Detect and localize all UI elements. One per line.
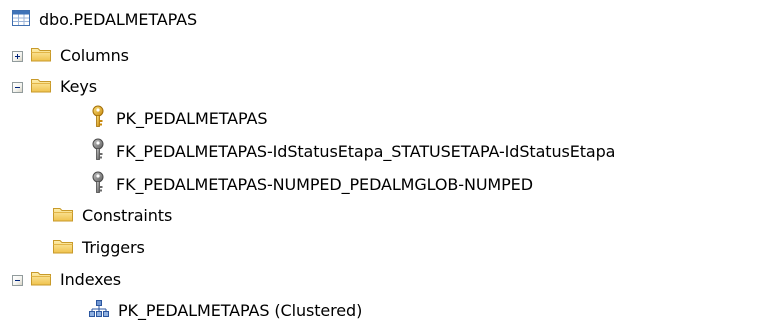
tree-node-label: Columns: [60, 46, 129, 65]
tree-node-label: Constraints: [82, 206, 173, 225]
primary-key-icon: [88, 105, 108, 133]
tree-node-label: Indexes: [60, 270, 122, 289]
folder-icon: [30, 76, 52, 98]
tree-node-foreign-key[interactable]: FK_PEDALMETAPAS-IdStatusEtapa_STATUSETAP…: [88, 138, 617, 166]
tree-node-keys[interactable]: Keys: [30, 75, 99, 99]
tree-node-triggers[interactable]: Triggers: [52, 236, 147, 260]
tree-node-label: Keys: [60, 77, 97, 96]
object-explorer-tree: dbo.PEDALMETAPAS Columns Keys PK_PEDALME…: [0, 0, 779, 324]
table-icon: [11, 9, 31, 31]
tree-node-label: Triggers: [82, 238, 145, 257]
tree-node-primary-key[interactable]: PK_PEDALMETAPAS: [88, 105, 269, 133]
tree-node-label: FK_PEDALMETAPAS-NUMPED_PEDALMGLOB-NUMPED: [116, 175, 533, 194]
tree-node-foreign-key[interactable]: FK_PEDALMETAPAS-NUMPED_PEDALMGLOB-NUMPED: [88, 171, 535, 199]
tree-node-table[interactable]: dbo.PEDALMETAPAS: [11, 8, 199, 32]
tree-node-label: FK_PEDALMETAPAS-IdStatusEtapa_STATUSETAP…: [116, 142, 616, 161]
folder-icon: [52, 237, 74, 259]
folder-icon: [30, 269, 52, 291]
clustered-index-icon: [88, 298, 110, 324]
foreign-key-icon: [88, 171, 108, 199]
tree-node-constraints[interactable]: Constraints: [52, 204, 174, 228]
tree-node-indexes[interactable]: Indexes: [30, 268, 123, 292]
expand-plus-icon[interactable]: [12, 51, 23, 62]
collapse-minus-icon[interactable]: [12, 82, 23, 93]
foreign-key-icon: [88, 138, 108, 166]
tree-node-clustered-index[interactable]: PK_PEDALMETAPAS (Clustered): [88, 299, 364, 323]
folder-icon: [52, 205, 74, 227]
tree-node-label: dbo.PEDALMETAPAS: [39, 10, 198, 29]
tree-node-columns[interactable]: Columns: [30, 44, 131, 68]
folder-icon: [30, 45, 52, 67]
tree-node-label: PK_PEDALMETAPAS (Clustered): [118, 301, 363, 320]
collapse-minus-icon[interactable]: [12, 275, 23, 286]
tree-node-label: PK_PEDALMETAPAS: [116, 109, 268, 128]
